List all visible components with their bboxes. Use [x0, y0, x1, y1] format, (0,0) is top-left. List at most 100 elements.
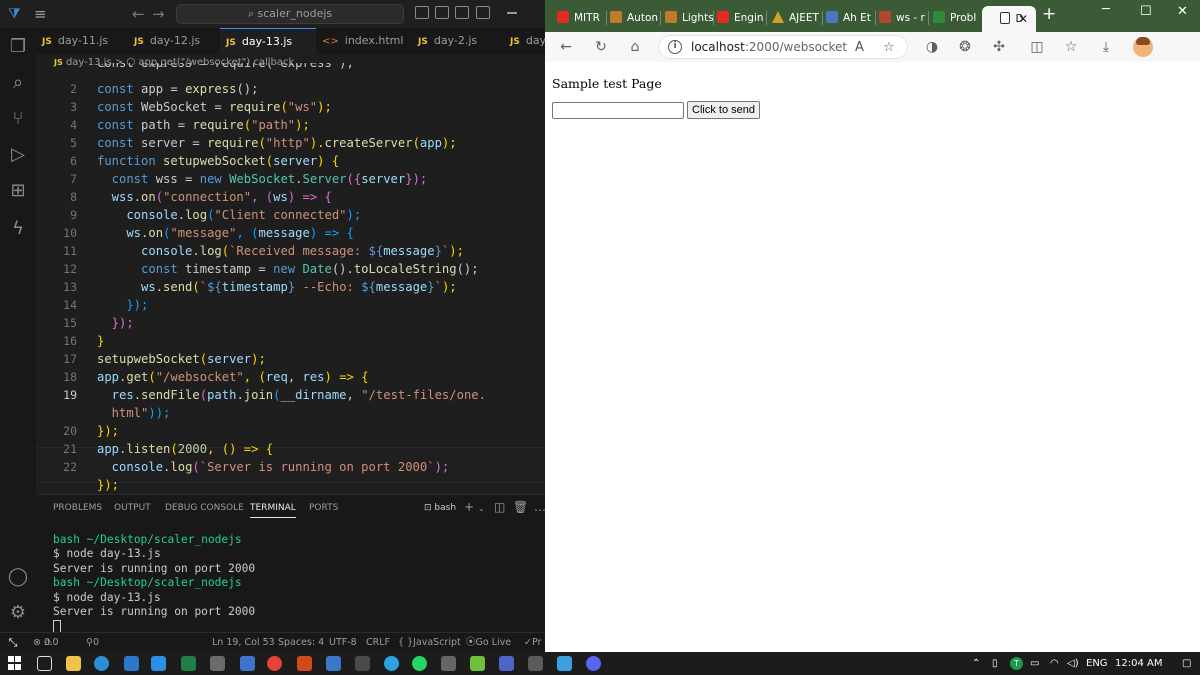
browser-tab-active[interactable]: D ✕: [982, 6, 1036, 32]
copilot-icon[interactable]: ❂: [956, 39, 974, 55]
forward-arrow-icon[interactable]: →: [152, 4, 165, 24]
read-aloud-icon[interactable]: A: [855, 40, 864, 55]
terminal-shell-selector[interactable]: ⊡ bash: [424, 501, 456, 515]
app-icon[interactable]: [441, 656, 456, 671]
tab-day-partial[interactable]: JSday-: [504, 28, 545, 54]
browser-tab[interactable]: MITR: [557, 8, 607, 28]
new-tab-plus-icon[interactable]: +: [1042, 6, 1056, 23]
search-icon[interactable]: ⌕: [7, 72, 29, 94]
refresh-icon[interactable]: ↻: [592, 39, 610, 55]
minimize-icon[interactable]: [507, 12, 517, 14]
browser-tab[interactable]: ws - r: [879, 8, 929, 28]
command-center-search[interactable]: ⌕ scaler_nodejs: [176, 4, 404, 24]
cursor-position[interactable]: Ln 19, Col 53: [212, 633, 275, 652]
battery-icon[interactable]: ▭: [1030, 657, 1039, 670]
site-info-icon[interactable]: i: [668, 40, 682, 54]
app-icon[interactable]: [297, 656, 312, 671]
discord-icon[interactable]: [586, 656, 601, 671]
tab-day-12[interactable]: JS day-12.js: [128, 28, 220, 54]
start-windows-icon[interactable]: [8, 656, 23, 671]
split-terminal-icon[interactable]: ◫: [494, 499, 505, 515]
browser-essentials-icon[interactable]: ◑: [923, 39, 941, 55]
app-icon[interactable]: [355, 656, 370, 671]
telegram-icon[interactable]: [384, 656, 399, 671]
browser-tab[interactable]: Engin: [717, 8, 767, 28]
encoding-status[interactable]: UTF-8: [329, 633, 357, 652]
tab-index-html[interactable]: <> index.html: [316, 28, 412, 54]
settings-gear-icon[interactable]: ⚙: [7, 602, 29, 624]
go-live-button[interactable]: ⦿ Go Live: [466, 633, 511, 652]
panel-tab-terminal[interactable]: TERMINAL: [250, 502, 296, 518]
close-tab-icon[interactable]: ✕: [1018, 6, 1028, 32]
favorites-icon[interactable]: ☆: [1062, 39, 1080, 55]
downloads-icon[interactable]: ⤓: [1097, 39, 1115, 55]
show-hidden-icons-chevron-icon[interactable]: ⌃: [972, 657, 980, 670]
send-button[interactable]: Click to send: [687, 101, 760, 119]
tab-day-11[interactable]: JS day-11.js: [36, 28, 128, 54]
file-explorer-icon[interactable]: [66, 656, 81, 671]
ports-status[interactable]: ⚲ 0: [86, 633, 99, 652]
language-mode[interactable]: { } JavaScript: [398, 633, 461, 652]
indentation-status[interactable]: Spaces: 4: [278, 633, 324, 652]
browser-tab[interactable]: AJEET: [772, 8, 823, 28]
accounts-icon[interactable]: ◯: [7, 566, 29, 588]
tab-day-2[interactable]: JS day-2.js: [412, 28, 504, 54]
home-icon[interactable]: ⌂: [626, 39, 644, 55]
back-arrow-icon[interactable]: ←: [557, 39, 575, 55]
thunder-client-icon[interactable]: ϟ: [7, 218, 29, 240]
toggle-panel-icon[interactable]: [435, 6, 449, 19]
clock[interactable]: 12:04 AM: [1115, 657, 1162, 670]
remote-indicator-icon[interactable]: ⤡: [0, 633, 26, 653]
explorer-icon[interactable]: ❐: [7, 36, 29, 58]
back-arrow-icon[interactable]: ←: [132, 4, 145, 24]
eol-status[interactable]: CRLF: [366, 633, 390, 652]
panel-tab-problems[interactable]: PROBLEMS: [53, 502, 102, 514]
edge-browser-icon[interactable]: [94, 656, 109, 671]
app-icon[interactable]: [499, 656, 514, 671]
prettier-status[interactable]: ✓ Pr: [524, 633, 541, 652]
task-view-icon[interactable]: [37, 656, 52, 671]
profile-avatar[interactable]: [1133, 37, 1153, 57]
message-input[interactable]: [552, 102, 684, 119]
app-icon[interactable]: [326, 656, 341, 671]
tab-day-13[interactable]: JS day-13.js: [220, 28, 316, 54]
trash-icon[interactable]: 🗑: [513, 499, 528, 515]
browser-tab[interactable]: Probl: [933, 8, 982, 28]
extensions-icon[interactable]: ⊞: [7, 180, 29, 202]
app-icon[interactable]: [557, 656, 572, 671]
split-screen-icon[interactable]: ◫: [1028, 39, 1046, 55]
maximize-window-icon[interactable]: ☐: [1140, 4, 1152, 20]
chevron-down-icon[interactable]: ⌄: [478, 501, 485, 517]
chrome-icon[interactable]: [267, 656, 282, 671]
app-icon[interactable]: [240, 656, 255, 671]
excel-icon[interactable]: [181, 656, 196, 671]
new-terminal-icon[interactable]: +: [464, 499, 474, 515]
favorite-star-icon[interactable]: ☆: [883, 40, 895, 55]
run-debug-icon[interactable]: ▷: [7, 144, 29, 166]
menu-hamburger-icon[interactable]: ≡: [34, 5, 47, 23]
minimize-window-icon[interactable]: ─: [1102, 2, 1110, 18]
breadcrumb[interactable]: JS day-13.js > ⬡ app.get("/websocket") c…: [36, 56, 545, 70]
source-control-icon[interactable]: ⑂: [7, 108, 29, 130]
app-icon[interactable]: [124, 656, 139, 671]
app-icon[interactable]: [528, 656, 543, 671]
app-icon[interactable]: [210, 656, 225, 671]
vscode-taskbar-icon[interactable]: [151, 656, 166, 671]
toggle-secondary-sidebar-icon[interactable]: [455, 6, 469, 19]
customize-layout-icon[interactable]: [476, 6, 490, 19]
code-editor[interactable]: const express = require("express"); 2 con…: [36, 62, 545, 494]
notification-icon[interactable]: ▢: [1182, 657, 1191, 670]
panel-tab-ports[interactable]: PORTS: [309, 502, 338, 514]
whatsapp-icon[interactable]: [412, 656, 427, 671]
problems-status[interactable]: ⊗ 0 ⚠ 0: [33, 633, 59, 652]
panel-tab-output[interactable]: OUTPUT: [114, 502, 151, 514]
browser-tab[interactable]: Auton: [610, 8, 661, 28]
volume-icon[interactable]: ◁): [1067, 657, 1079, 670]
app-icon[interactable]: [470, 656, 485, 671]
panel-tab-debug-console[interactable]: DEBUG CONSOLE: [165, 502, 244, 514]
browser-tab[interactable]: Ah Et: [826, 8, 876, 28]
close-window-icon[interactable]: ✕: [1177, 4, 1188, 20]
browser-tab[interactable]: Lights: [665, 8, 714, 28]
language-indicator[interactable]: ENG: [1086, 657, 1108, 670]
address-bar[interactable]: i localhost:2000/websocket A ☆: [658, 35, 908, 59]
